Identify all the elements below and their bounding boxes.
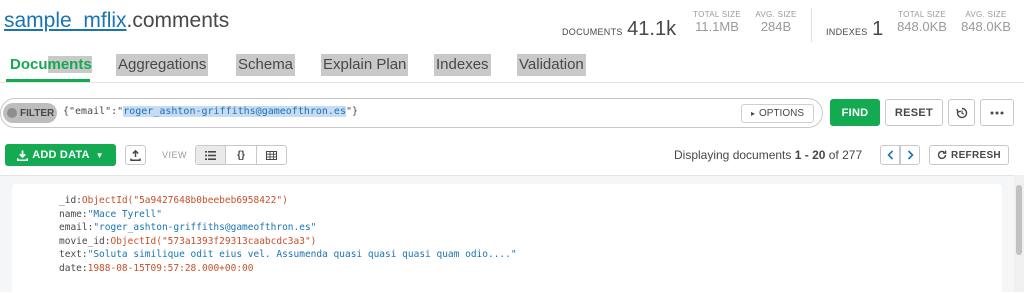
field-value: ObjectId("5a9427648b0beebeb6958422") [81,195,288,206]
view-label: VIEW [162,150,188,160]
displaying-range: 1 - 20 [794,148,826,162]
stats-divider [811,8,812,42]
field-text: text:"Soluta similique odit eius vel. As… [59,248,517,262]
view-switcher: {} [195,145,287,165]
refresh-label: REFRESH [951,149,1001,161]
filter-bar: FILTER {"email":"roger_ashton-griffiths@… [0,98,823,128]
filter-pill[interactable]: FILTER [3,103,57,123]
query-history-button[interactable] [948,99,975,126]
options-button[interactable]: ▸ OPTIONS [741,104,814,123]
json-braces-icon: {} [237,149,245,161]
field-value: "roger_ashton-griffiths@gameofthron.es" [93,222,317,234]
filter-pill-label: FILTER [20,107,55,119]
field-key: date: [59,262,88,274]
field-key: name: [59,208,88,220]
index-avg-size-stat: AVG. SIZE 848.0KB [958,10,1014,34]
collection-name: .comments [126,9,230,32]
documents-list: _id:ObjectId("5a9427648b0beebeb6958422")… [0,175,1024,293]
avg-size-stat: AVG. SIZE 284B [752,10,800,34]
collection-tabs: Documents Aggregations Schema Explain Pl… [0,54,1024,78]
index-total-size-label: TOTAL SIZE [898,10,946,19]
reset-button[interactable]: RESET [885,99,943,126]
caret-right-icon: ▸ [750,109,755,118]
field-value: ObjectId("573a1393f29313caabcdc3a3") [110,235,317,247]
table-view-button[interactable] [257,146,286,164]
avg-size-value: 284B [760,19,792,34]
find-button[interactable]: FIND [830,99,880,126]
field-key: email: [59,222,94,234]
field-key: movie_id: [59,235,111,247]
add-data-label: ADD DATA [32,149,90,161]
field-name: name:"Mace Tyrell" [59,208,517,222]
field-key: text: [59,249,88,261]
list-view-button[interactable] [196,146,227,164]
displaying-prefix: Displaying documents [674,148,795,162]
total-size-stat: TOTAL SIZE 11.1MB [690,10,744,34]
tab-documents-label-tail: ments [47,56,92,73]
tab-schema[interactable]: Schema [236,54,296,76]
collection-title: sample_mflix.comments [4,9,229,33]
index-avg-size-label: AVG. SIZE [965,10,1007,19]
total-size-value: 11.1MB [695,19,739,34]
displaying-of: of [825,148,843,162]
field-value: 1988-08-15T09:57:28.000+00:00 [87,262,254,274]
documents-label: DOCUMENTS [562,27,623,37]
collection-header: sample_mflix.comments DOCUMENTS 41.1k TO… [0,0,1024,46]
database-link[interactable]: sample_mflix [4,9,127,32]
field-key: _id: [59,195,82,206]
refresh-button[interactable]: REFRESH [929,145,1009,165]
documents-count: 41.1k [627,18,677,40]
add-data-button[interactable]: ADD DATA ▼ [5,144,116,166]
documents-stat: DOCUMENTS 41.1k [562,18,676,41]
export-icon [130,149,141,161]
filter-toggle-icon [7,108,17,118]
scrollbar-thumb[interactable] [1016,185,1022,255]
filter-query-value: roger_ashton-griffiths@gameofthron.es [123,106,346,117]
field-id: _id:ObjectId("5a9427648b0beebeb6958422") [59,194,517,208]
filter-query-prefix: {"email":" [63,106,124,117]
tab-indexes[interactable]: Indexes [434,54,491,76]
export-collection-button[interactable] [125,145,146,165]
filter-input[interactable]: {"email":"roger_ashton-griffiths@gameoft… [63,106,358,117]
field-date: date:1988-08-15T09:57:28.000+00:00 [59,262,517,276]
chevron-left-icon [886,150,893,160]
pagination-summary: Displaying documents 1 - 20 of 277 [674,148,862,162]
caret-down-icon: ▼ [95,150,104,160]
tab-explain-plan[interactable]: Explain Plan [321,54,409,76]
displaying-total: 277 [842,148,863,162]
refresh-icon [937,150,947,160]
ellipsis-icon [990,111,1004,114]
documents-scrollbar[interactable] [1014,175,1024,292]
index-avg-size-value: 848.0KB [961,19,1011,34]
history-icon [955,107,967,118]
field-movie-id: movie_id:ObjectId("573a1393f29313caabcdc… [59,235,517,249]
table-icon [265,150,277,160]
tab-documents[interactable]: Documents [8,54,94,76]
tabs-divider [0,82,1024,83]
tab-documents-label-head: Docu [10,56,48,73]
field-value: "Mace Tyrell" [87,208,162,220]
field-email: email:"roger_ashton-griffiths@gameofthro… [59,221,517,235]
options-label: OPTIONS [759,108,805,119]
indexes-label: INDEXES [826,27,868,37]
filter-query-suffix: "} [345,106,359,117]
index-total-size-value: 848.0KB [897,19,947,34]
list-icon [205,150,217,160]
index-total-size-stat: TOTAL SIZE 848.0KB [894,10,950,34]
field-value: "Soluta similique odit eius vel. Assumen… [87,249,517,261]
download-icon [17,150,29,161]
json-view-button[interactable]: {} [226,146,257,164]
next-page-button[interactable] [900,145,920,165]
tab-aggregations[interactable]: Aggregations [116,54,209,76]
indexes-count: 1 [872,18,884,40]
document-fields: _id:ObjectId("5a9427648b0beebeb6958422")… [59,194,517,276]
more-options-button[interactable] [980,99,1014,126]
chevron-right-icon [907,150,914,160]
indexes-stat: INDEXES 1 [826,18,883,41]
document-card[interactable]: _id:ObjectId("5a9427648b0beebeb6958422")… [12,184,1002,293]
previous-page-button[interactable] [880,145,900,165]
tab-validation[interactable]: Validation [517,54,586,76]
avg-size-label: AVG. SIZE [755,10,797,19]
total-size-label: TOTAL SIZE [693,10,741,19]
